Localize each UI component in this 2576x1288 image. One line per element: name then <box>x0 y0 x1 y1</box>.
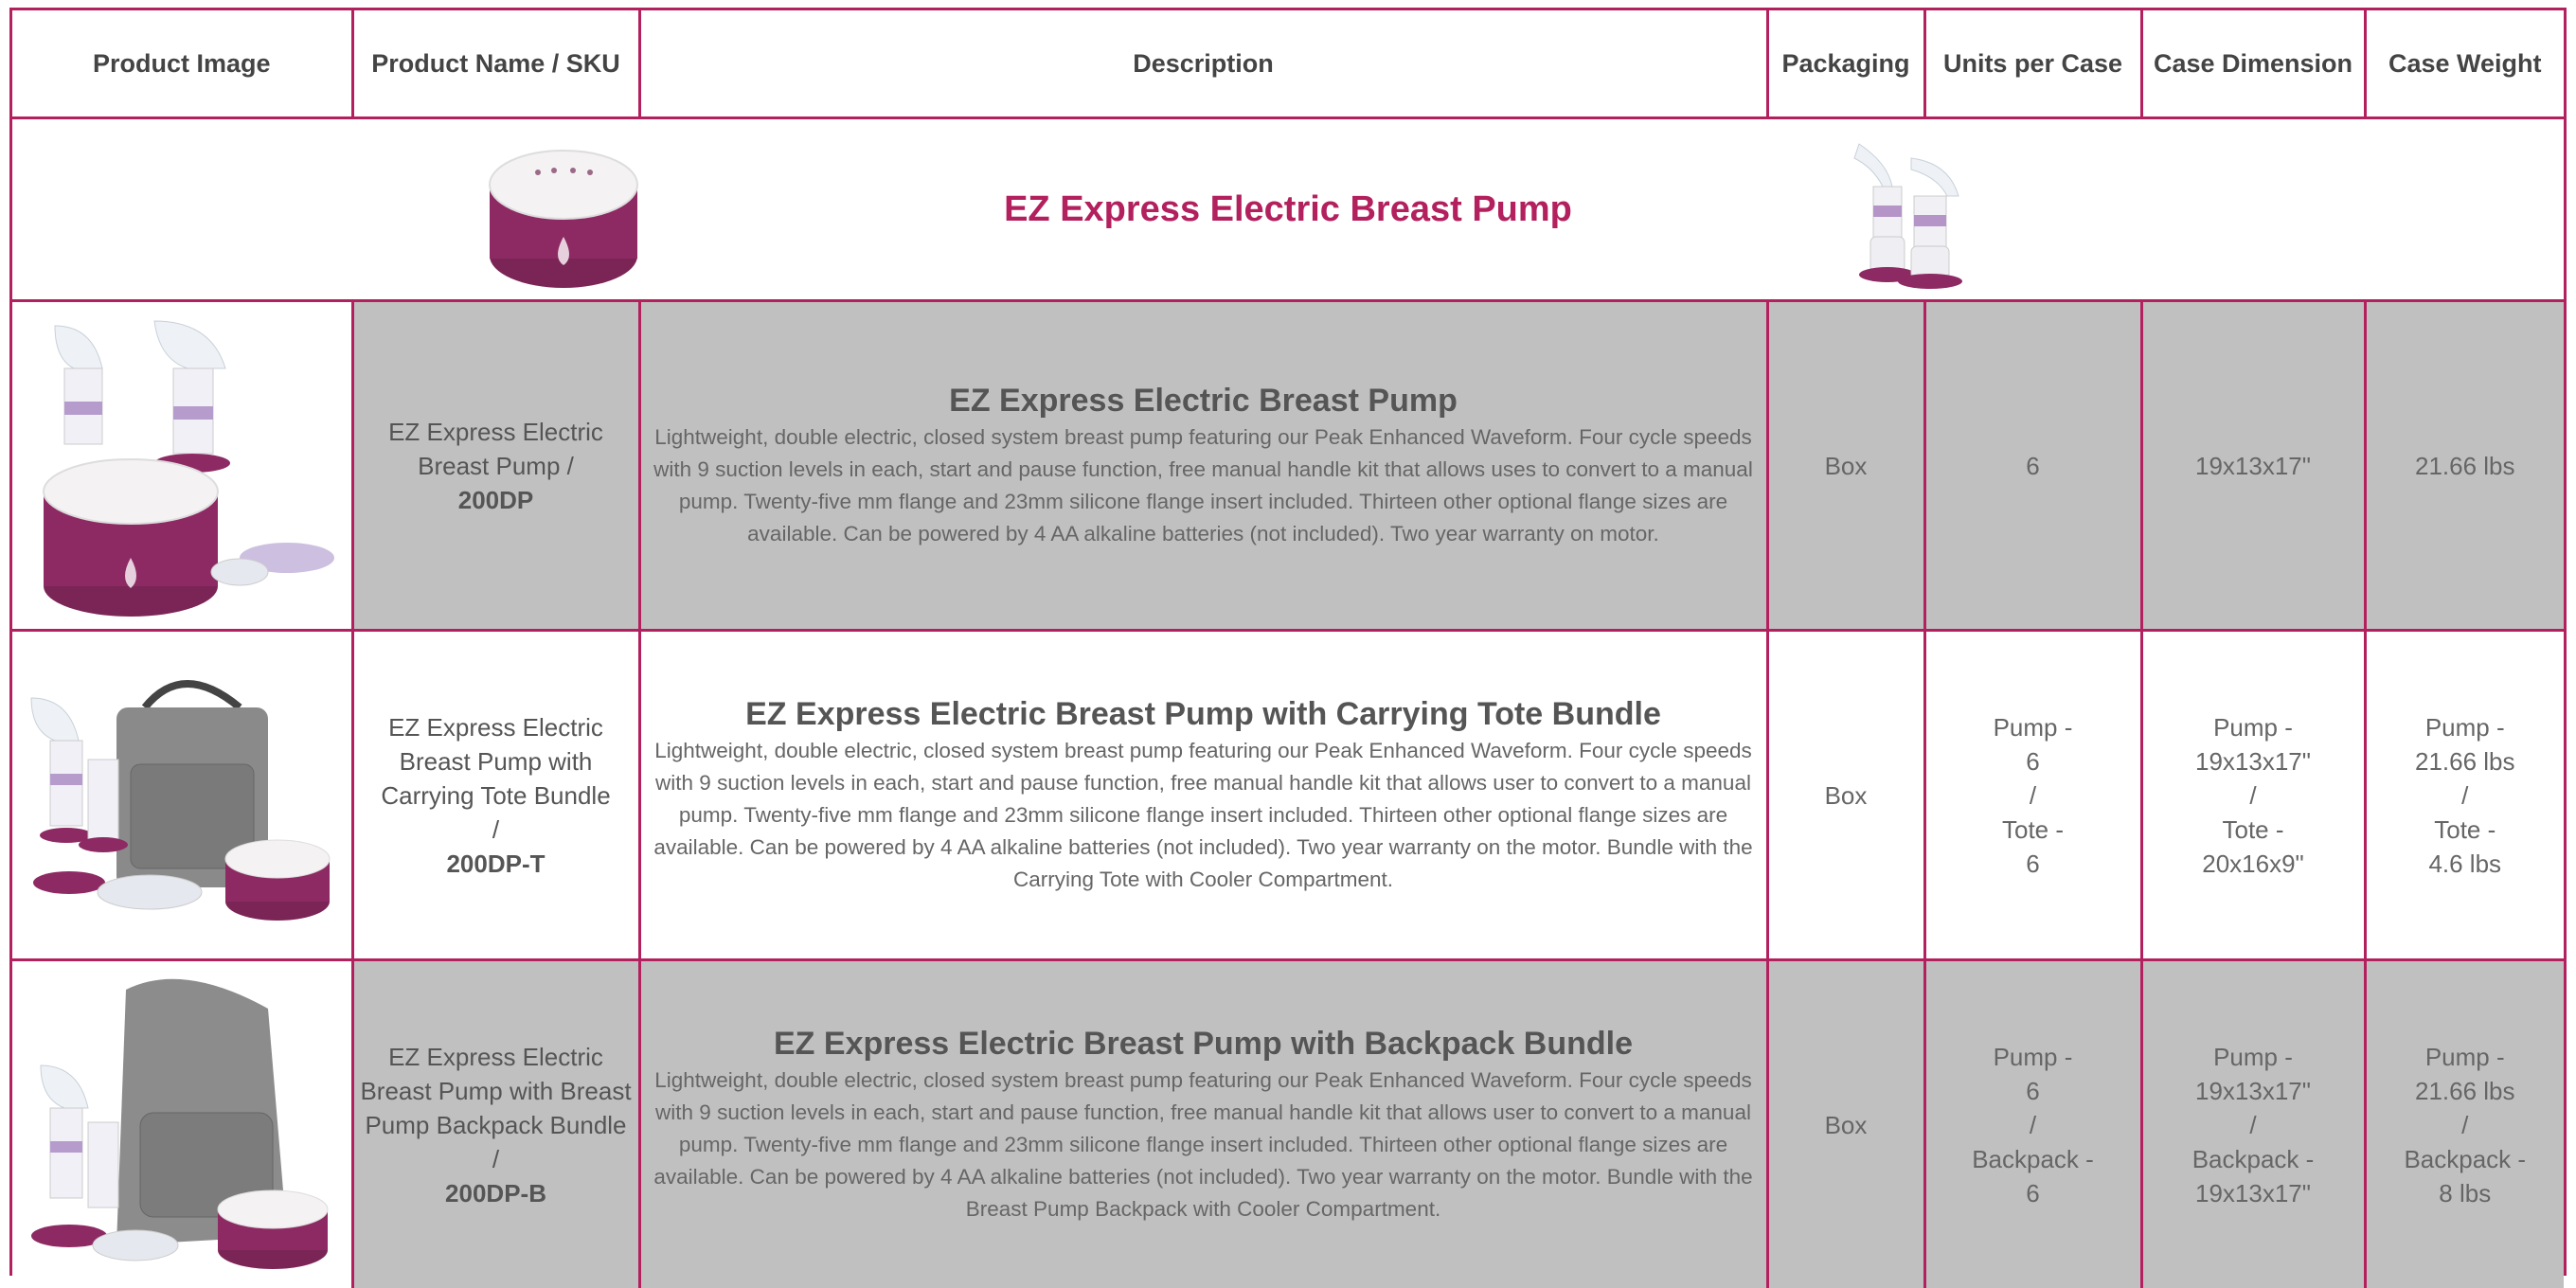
weight-line: 21.66 lbs <box>2367 449 2565 483</box>
weight-line: Pump - <box>2367 710 2565 744</box>
weight-line: Pump - <box>2367 1040 2565 1074</box>
product-name: EZ Express Electric Breast Pump with Bre… <box>354 1040 638 1176</box>
units-cell: Pump - 6 / Tote - 6 <box>1924 631 2141 960</box>
product-sku: 200DP <box>354 483 638 517</box>
weight-line: / <box>2367 778 2565 813</box>
weight-cell: 21.66 lbs <box>2365 301 2564 631</box>
product-image-cell <box>12 301 352 631</box>
weight-cell: Pump - 21.66 lbs / Backpack - 8 lbs <box>2365 960 2564 1288</box>
product-table: Product Image Product Name / SKU Descrip… <box>12 10 2564 1288</box>
weight-line: 21.66 lbs <box>2367 1074 2565 1108</box>
packaging-cell: Box <box>1767 631 1924 960</box>
description-title: EZ Express Electric Breast Pump with Bac… <box>641 1025 1766 1063</box>
packaging-cell: Box <box>1767 301 1924 631</box>
weight-line: 8 lbs <box>2367 1176 2565 1210</box>
header-row: Product Image Product Name / SKU Descrip… <box>12 10 2564 118</box>
dimension-cell: Pump - 19x13x17" / Tote - 20x16x9" <box>2141 631 2365 960</box>
description-cell: EZ Express Electric Breast Pump with Car… <box>639 631 1767 960</box>
product-sku: 200DP-B <box>354 1176 638 1210</box>
dimension-line: Backpack - <box>2143 1142 2364 1176</box>
dimension-cell: Pump - 19x13x17" / Backpack - 19x13x17" <box>2141 960 2365 1288</box>
banner-cell: EZ Express Electric Breast Pump <box>12 118 2564 301</box>
product-name-cell: EZ Express Electric Breast Pump with Bre… <box>352 960 639 1288</box>
product-sheet: Product Image Product Name / SKU Descrip… <box>9 8 2567 1276</box>
pump-bottles-image <box>1840 134 1982 291</box>
header-product-image: Product Image <box>12 10 352 118</box>
header-packaging: Packaging <box>1767 10 1924 118</box>
product-image-pump <box>12 302 352 629</box>
dimension-line: / <box>2143 778 2364 813</box>
dimension-cell: 19x13x17" <box>2141 301 2365 631</box>
weight-cell: Pump - 21.66 lbs / Tote - 4.6 lbs <box>2365 631 2564 960</box>
product-sku: 200DP-T <box>354 847 638 881</box>
weight-line: / <box>2367 1108 2565 1142</box>
description-text: Lightweight, double electric, closed sys… <box>641 1064 1766 1225</box>
header-case-weight: Case Weight <box>2365 10 2564 118</box>
units-line: 6 <box>1926 1176 2140 1210</box>
product-name-separator: / <box>354 813 638 847</box>
header-units-per-case: Units per Case <box>1924 10 2141 118</box>
product-name: EZ Express Electric Breast Pump / <box>354 415 638 483</box>
weight-line: 4.6 lbs <box>2367 847 2565 881</box>
dimension-line: 19x13x17" <box>2143 744 2364 778</box>
dimension-line: / <box>2143 1108 2364 1142</box>
units-line: / <box>1926 1108 2140 1142</box>
description-text: Lightweight, double electric, closed sys… <box>641 735 1766 896</box>
dimension-line: Pump - <box>2143 1040 2364 1074</box>
product-name-cell: EZ Express Electric Breast Pump with Car… <box>352 631 639 960</box>
banner-title: EZ Express Electric Breast Pump <box>1004 189 1572 229</box>
dimension-line: 20x16x9" <box>2143 847 2364 881</box>
description-title: EZ Express Electric Breast Pump <box>641 382 1766 420</box>
product-image-tote-bundle <box>12 632 352 958</box>
header-case-dimension: Case Dimension <box>2141 10 2365 118</box>
description-title: EZ Express Electric Breast Pump with Car… <box>641 695 1766 733</box>
dimension-line: 19x13x17" <box>2143 1176 2364 1210</box>
product-name-cell: EZ Express Electric Breast Pump / 200DP <box>352 301 639 631</box>
units-line: 6 <box>1926 449 2140 483</box>
description-cell: EZ Express Electric Breast Pump Lightwei… <box>639 301 1767 631</box>
product-image-cell <box>12 631 352 960</box>
product-row: EZ Express Electric Breast Pump / 200DP … <box>12 301 2564 631</box>
product-name: EZ Express Electric Breast Pump with Car… <box>354 710 638 813</box>
description-cell: EZ Express Electric Breast Pump with Bac… <box>639 960 1767 1288</box>
weight-line: Tote - <box>2367 813 2565 847</box>
product-row: EZ Express Electric Breast Pump with Car… <box>12 631 2564 960</box>
dimension-line: Pump - <box>2143 710 2364 744</box>
header-description: Description <box>639 10 1767 118</box>
dimension-line: 19x13x17" <box>2143 449 2364 483</box>
units-cell: 6 <box>1924 301 2141 631</box>
units-line: 6 <box>1926 744 2140 778</box>
weight-line: 21.66 lbs <box>2367 744 2565 778</box>
units-line: Pump - <box>1926 1040 2140 1074</box>
units-line: Tote - <box>1926 813 2140 847</box>
weight-line: Backpack - <box>2367 1142 2565 1176</box>
pump-unit-image <box>486 142 642 294</box>
units-cell: Pump - 6 / Backpack - 6 <box>1924 960 2141 1288</box>
units-line: 6 <box>1926 847 2140 881</box>
banner-row: EZ Express Electric Breast Pump <box>12 118 2564 301</box>
units-line: / <box>1926 778 2140 813</box>
dimension-line: Tote - <box>2143 813 2364 847</box>
product-image-cell <box>12 960 352 1288</box>
header-product-name: Product Name / SKU <box>352 10 639 118</box>
product-image-backpack-bundle <box>12 961 352 1288</box>
units-line: 6 <box>1926 1074 2140 1108</box>
dimension-line: 19x13x17" <box>2143 1074 2364 1108</box>
packaging-cell: Box <box>1767 960 1924 1288</box>
units-line: Pump - <box>1926 710 2140 744</box>
description-text: Lightweight, double electric, closed sys… <box>641 421 1766 550</box>
product-row: EZ Express Electric Breast Pump with Bre… <box>12 960 2564 1288</box>
units-line: Backpack - <box>1926 1142 2140 1176</box>
